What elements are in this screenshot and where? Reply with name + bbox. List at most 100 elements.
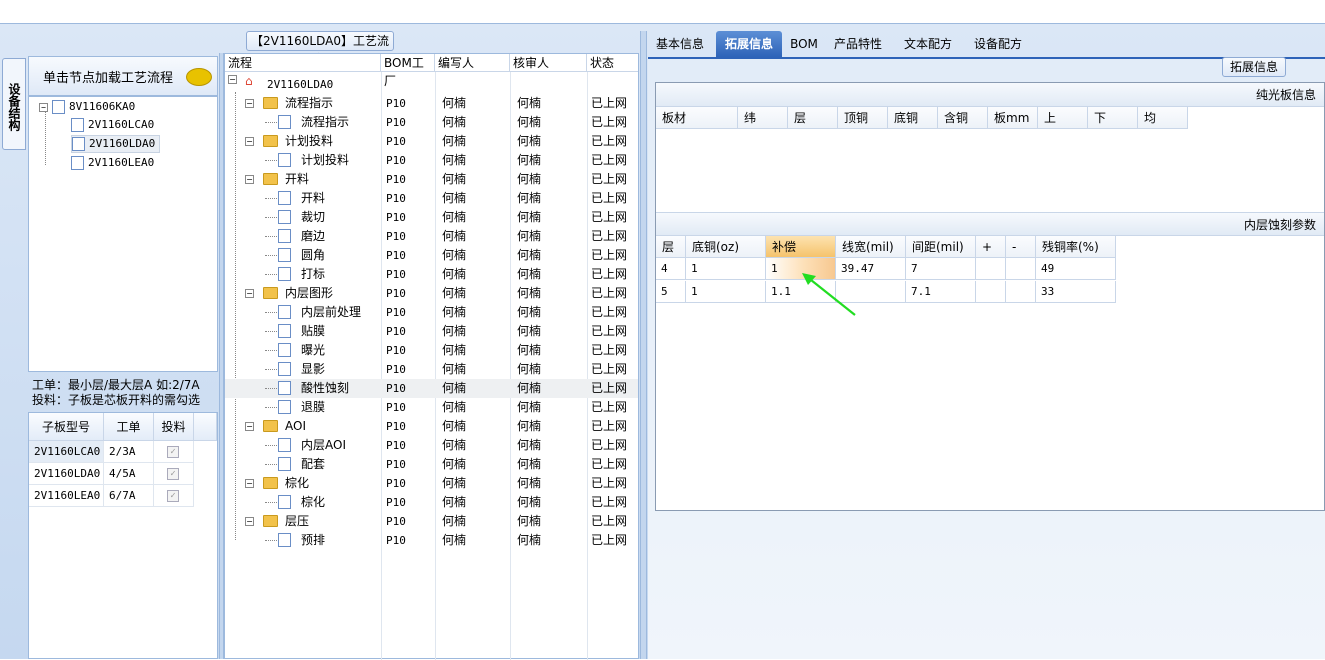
header-lower[interactable]: 下 bbox=[1088, 107, 1138, 129]
header-top-copper[interactable]: 顶铜 bbox=[838, 107, 888, 129]
header-spacing[interactable]: 间距(mil) bbox=[906, 236, 976, 258]
plus-cell[interactable] bbox=[976, 281, 1006, 303]
collapse-icon[interactable]: − bbox=[245, 137, 254, 146]
residual-copper-cell[interactable]: 33 bbox=[1036, 281, 1116, 303]
column-header-order[interactable]: 工单 bbox=[104, 413, 154, 441]
flow-step-row[interactable]: 计划投料 P10 何楠 何楠 已上网 bbox=[225, 151, 638, 170]
header-weft[interactable]: 纬 bbox=[738, 107, 788, 129]
flow-step-row[interactable]: 圆角 P10 何楠 何楠 已上网 bbox=[225, 246, 638, 265]
flow-step-row[interactable]: 内层AOI P10 何楠 何楠 已上网 bbox=[225, 436, 638, 455]
middle-splitter[interactable] bbox=[640, 31, 647, 659]
flow-step-row[interactable]: 裁切 P10 何楠 何楠 已上网 bbox=[225, 208, 638, 227]
cell-feed[interactable]: ✓ bbox=[154, 485, 194, 507]
cell-order[interactable]: 2/3A bbox=[104, 441, 154, 463]
header-residual-copper[interactable]: 残铜率(%) bbox=[1036, 236, 1116, 258]
plus-cell[interactable] bbox=[976, 258, 1006, 280]
header-line-width[interactable]: 线宽(mil) bbox=[836, 236, 906, 258]
tab-basic-info[interactable]: 基本信息 bbox=[650, 31, 710, 57]
flow-step-row[interactable]: 显影 P10 何楠 何楠 已上网 bbox=[225, 360, 638, 379]
tree-node-child[interactable]: 2V1160LEA0 bbox=[71, 154, 154, 172]
flow-step-row[interactable]: 酸性蚀刻 P10 何楠 何楠 已上网 bbox=[225, 379, 638, 398]
flow-group-row[interactable]: − 层压 P10 何楠 何楠 已上网 bbox=[225, 512, 638, 531]
minus-cell[interactable] bbox=[1006, 281, 1036, 303]
base-copper-cell[interactable]: 1 bbox=[686, 258, 766, 280]
header-with-copper[interactable]: 含铜 bbox=[938, 107, 988, 129]
header-compensation[interactable]: 补偿 bbox=[766, 236, 836, 258]
header-upper[interactable]: 上 bbox=[1038, 107, 1088, 129]
column-header-bom-factory[interactable]: BOM工厂 bbox=[381, 54, 435, 88]
tree-node-root[interactable]: − 8V11606KA0 bbox=[39, 98, 135, 116]
tab-bom[interactable]: BOM bbox=[788, 31, 820, 57]
collapse-icon[interactable]: − bbox=[39, 102, 48, 112]
flow-group-row[interactable]: − 内层图形 P10 何楠 何楠 已上网 bbox=[225, 284, 638, 303]
flow-group-row[interactable]: − 开料 P10 何楠 何楠 已上网 bbox=[225, 170, 638, 189]
flow-step-row[interactable]: 内层前处理 P10 何楠 何楠 已上网 bbox=[225, 303, 638, 322]
cell-feed[interactable]: ✓ bbox=[154, 463, 194, 485]
flow-step-row[interactable]: 配套 P10 何楠 何楠 已上网 bbox=[225, 455, 638, 474]
tree-node-child-selected[interactable]: 2V1160LDA0 bbox=[71, 135, 161, 153]
feed-checkbox[interactable]: ✓ bbox=[167, 490, 179, 502]
cell-order[interactable]: 6/7A bbox=[104, 485, 154, 507]
residual-copper-cell[interactable]: 49 bbox=[1036, 258, 1116, 280]
column-header-model[interactable]: 子板型号 bbox=[29, 413, 104, 441]
header-layer[interactable]: 层 bbox=[656, 236, 686, 258]
cell-model[interactable]: 2V1160LEA0 bbox=[29, 485, 104, 507]
flow-step-row[interactable]: 棕化 P10 何楠 何楠 已上网 bbox=[225, 493, 638, 512]
flow-group-row[interactable]: − 棕化 P10 何楠 何楠 已上网 bbox=[225, 474, 638, 493]
header-average[interactable]: 均 bbox=[1138, 107, 1188, 129]
header-plus[interactable]: + bbox=[976, 236, 1006, 258]
cell-model[interactable]: 2V1160LDA0 bbox=[29, 463, 104, 485]
writer-cell: 何楠 bbox=[442, 96, 467, 110]
cell-feed[interactable]: ✓ bbox=[154, 441, 194, 463]
layer-cell[interactable]: 5 bbox=[656, 281, 686, 303]
device-structure-tab[interactable]: 设备结构 bbox=[2, 58, 26, 150]
tab-text-recipe[interactable]: 文本配方 bbox=[898, 31, 958, 57]
flow-group-row[interactable]: − 计划投料 P10 何楠 何楠 已上网 bbox=[225, 132, 638, 151]
column-header-reviewer[interactable]: 核审人 bbox=[510, 54, 587, 72]
flow-step-label: 棕化 bbox=[285, 476, 310, 490]
flow-step-row[interactable]: 退膜 P10 何楠 何楠 已上网 bbox=[225, 398, 638, 417]
tab-product-features[interactable]: 产品特性 bbox=[828, 31, 888, 57]
header-base-copper-oz[interactable]: 底铜(oz) bbox=[686, 236, 766, 258]
column-header-flow[interactable]: 流程 bbox=[225, 54, 381, 72]
column-header-feed[interactable]: 投料 bbox=[154, 413, 194, 441]
collapse-icon[interactable]: − bbox=[245, 422, 254, 431]
flow-step-row[interactable]: 流程指示 P10 何楠 何楠 已上网 bbox=[225, 113, 638, 132]
flow-root-row[interactable]: − ⌂ 2V1160LDA0 bbox=[225, 75, 638, 94]
header-bottom-copper[interactable]: 底铜 bbox=[888, 107, 938, 129]
tab-equipment-recipe[interactable]: 设备配方 bbox=[968, 31, 1028, 57]
flow-group-row[interactable]: − 流程指示 P10 何楠 何楠 已上网 bbox=[225, 94, 638, 113]
header-board-mm[interactable]: 板mm bbox=[988, 107, 1038, 129]
feed-checkbox[interactable]: ✓ bbox=[167, 468, 179, 480]
header-layer[interactable]: 层 bbox=[788, 107, 838, 129]
minus-cell[interactable] bbox=[1006, 258, 1036, 280]
collapse-icon[interactable]: − bbox=[245, 289, 254, 298]
cell-order[interactable]: 4/5A bbox=[104, 463, 154, 485]
layer-cell[interactable]: 4 bbox=[656, 258, 686, 280]
collapse-icon[interactable]: − bbox=[228, 75, 237, 84]
collapse-icon[interactable]: − bbox=[245, 479, 254, 488]
flow-step-row[interactable]: 打标 P10 何楠 何楠 已上网 bbox=[225, 265, 638, 284]
header-minus[interactable]: - bbox=[1006, 236, 1036, 258]
flow-step-row[interactable]: 曝光 P10 何楠 何楠 已上网 bbox=[225, 341, 638, 360]
collapse-icon[interactable]: − bbox=[245, 175, 254, 184]
header-board-material[interactable]: 板材 bbox=[656, 107, 738, 129]
tab-extended-info[interactable]: 拓展信息 bbox=[716, 31, 782, 57]
collapse-icon[interactable]: − bbox=[245, 99, 254, 108]
tree-node-child[interactable]: 2V1160LCA0 bbox=[71, 116, 154, 134]
flow-step-row[interactable]: 贴膜 P10 何楠 何楠 已上网 bbox=[225, 322, 638, 341]
flow-group-row[interactable]: − AOI P10 何楠 何楠 已上网 bbox=[225, 417, 638, 436]
flow-step-row[interactable]: 磨边 P10 何楠 何楠 已上网 bbox=[225, 227, 638, 246]
feed-checkbox[interactable]: ✓ bbox=[167, 446, 179, 458]
column-header-status[interactable]: 状态 bbox=[587, 54, 638, 72]
flow-step-row[interactable]: 开料 P10 何楠 何楠 已上网 bbox=[225, 189, 638, 208]
document-icon bbox=[278, 495, 291, 509]
cell-model[interactable]: 2V1160LCA0 bbox=[29, 441, 104, 463]
flow-step-row[interactable]: 预排 P10 何楠 何楠 已上网 bbox=[225, 531, 638, 550]
base-copper-cell[interactable]: 1 bbox=[686, 281, 766, 303]
collapse-icon[interactable]: − bbox=[245, 517, 254, 526]
document-icon bbox=[278, 533, 291, 547]
spacing-cell[interactable]: 7 bbox=[906, 258, 976, 280]
spacing-cell[interactable]: 7.1 bbox=[906, 281, 976, 303]
column-header-writer[interactable]: 编写人 bbox=[435, 54, 510, 72]
